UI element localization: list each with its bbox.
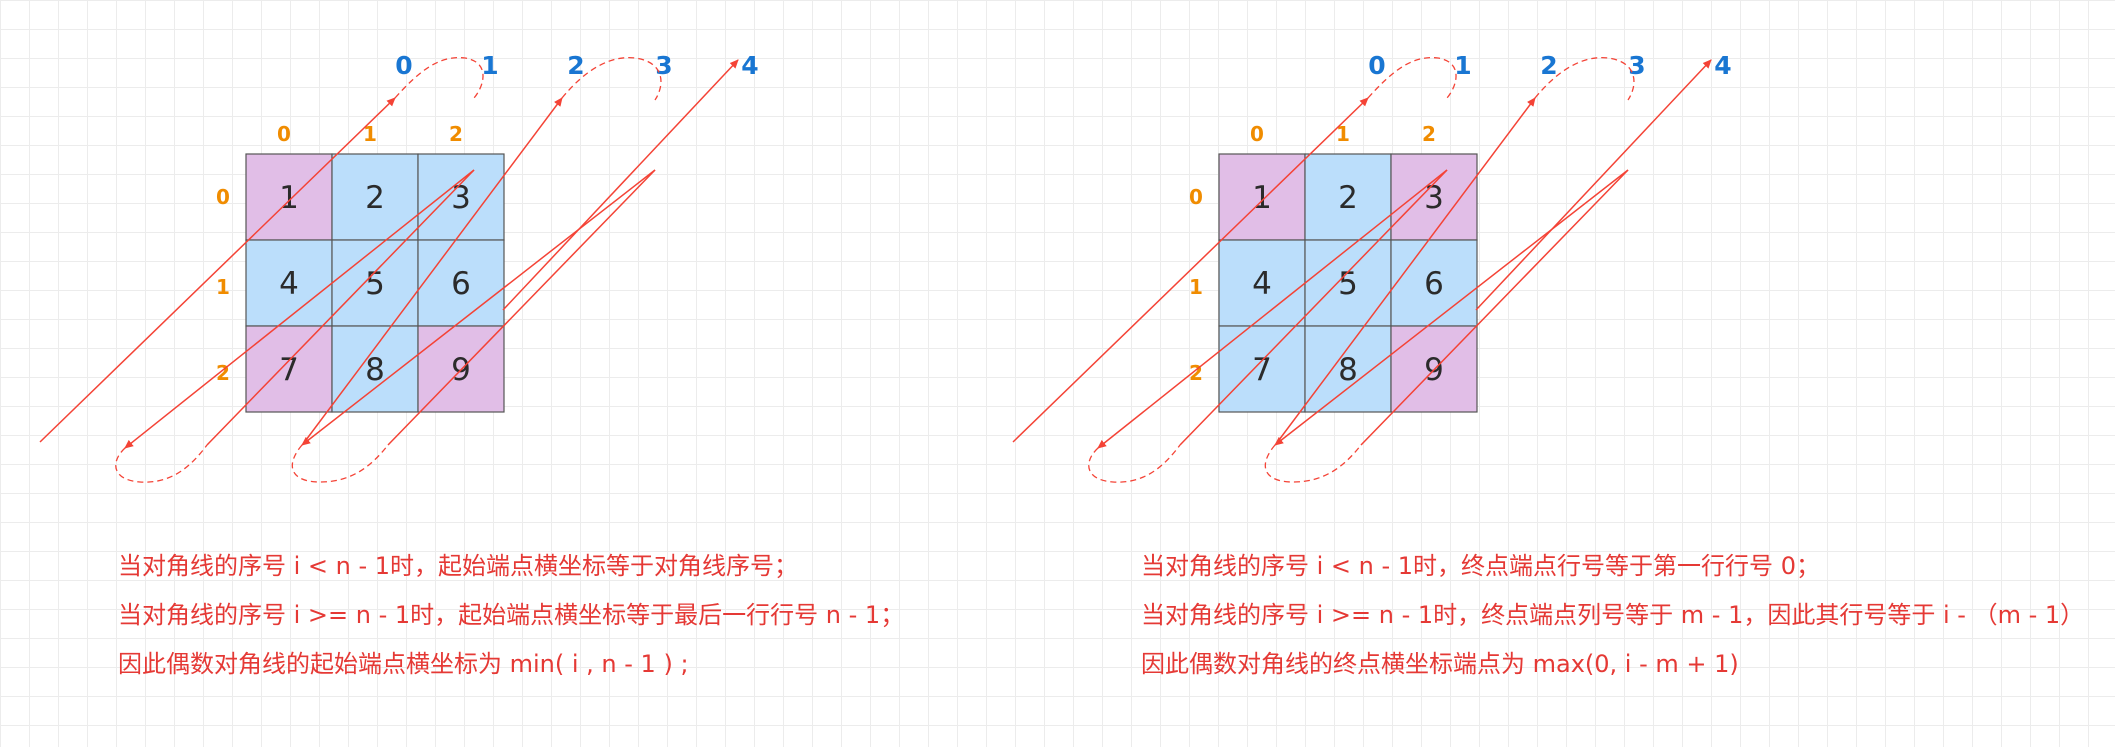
left-column-label: 2 xyxy=(449,122,463,146)
left-cell-value: 7 xyxy=(279,352,299,388)
right-column-label: 2 xyxy=(1422,122,1436,146)
right-diagonal-label: 2 xyxy=(1540,51,1557,80)
left-column-label: 1 xyxy=(363,122,377,146)
right-column-label: 1 xyxy=(1336,122,1350,146)
left-cell-value: 6 xyxy=(451,266,471,302)
right-cell-value: 7 xyxy=(1252,352,1272,388)
right-notes: 当对角线的序号 i < n - 1时，终点端点行号等于第一行行号 0； 当对角线… xyxy=(1141,542,2084,689)
right-note-line-2: 当对角线的序号 i >= n - 1时，终点端点列号等于 m - 1，因此其行号… xyxy=(1141,601,2085,629)
left-diagonal-label: 0 xyxy=(395,51,412,80)
right-turn-curve xyxy=(1088,444,1181,483)
right-cell-value: 6 xyxy=(1424,266,1444,302)
right-diagonal-label: 3 xyxy=(1628,51,1645,80)
left-note-line-2: 当对角线的序号 i >= n - 1时，起始端点横坐标等于最后一行行号 n - … xyxy=(118,601,905,629)
left-turn-curve xyxy=(115,444,208,483)
left-cell-value: 2 xyxy=(365,180,385,216)
left-row-label: 1 xyxy=(216,275,230,299)
right-cell-value: 2 xyxy=(1338,180,1358,216)
left-cell-value: 4 xyxy=(279,266,299,302)
right-turn-curve xyxy=(1264,444,1362,483)
left-turn-curve xyxy=(291,444,389,483)
left-diagonal-label: 4 xyxy=(741,51,758,80)
right-diagonal-label: 4 xyxy=(1714,51,1731,80)
left-column-label: 0 xyxy=(277,122,291,146)
right-cell-value: 1 xyxy=(1252,180,1272,216)
right-note-line-3: 因此偶数对角线的终点横坐标端点为 max(0, i - m + 1) xyxy=(1141,650,1739,678)
right-row-label: 0 xyxy=(1189,185,1203,209)
left-diagonal-label: 3 xyxy=(655,51,672,80)
left-diagonal-label: 1 xyxy=(481,51,498,80)
right-note-line-1: 当对角线的序号 i < n - 1时，终点端点行号等于第一行行号 0； xyxy=(1141,552,1820,580)
left-note-line-1: 当对角线的序号 i < n - 1时，起始端点横坐标等于对角线序号； xyxy=(118,552,799,580)
left-diagonal-arrow xyxy=(502,59,739,311)
left-cell-value: 1 xyxy=(279,180,299,216)
right-diagonal-label: 1 xyxy=(1454,51,1471,80)
right-diagonal-arrow xyxy=(1475,59,1712,311)
left-note-line-3: 因此偶数对角线的起始端点横坐标为 min( i , n - 1 ) ; xyxy=(118,650,689,678)
right-column-label: 0 xyxy=(1250,122,1264,146)
left-matrix-diagram: 1 2 34 5 67 8 90 1 20120 1 2 3 4 xyxy=(39,51,759,483)
left-diagonal-label: 2 xyxy=(567,51,584,80)
right-row-label: 1 xyxy=(1189,275,1203,299)
right-diagonal-label: 0 xyxy=(1368,51,1385,80)
right-matrix-diagram: 1 2 34 5 67 8 90 1 20120 1 2 3 4 xyxy=(1012,51,1732,483)
left-row-label: 0 xyxy=(216,185,230,209)
left-notes: 当对角线的序号 i < n - 1时，起始端点横坐标等于对角线序号； 当对角线的… xyxy=(118,542,904,689)
right-cell-value: 4 xyxy=(1252,266,1272,302)
